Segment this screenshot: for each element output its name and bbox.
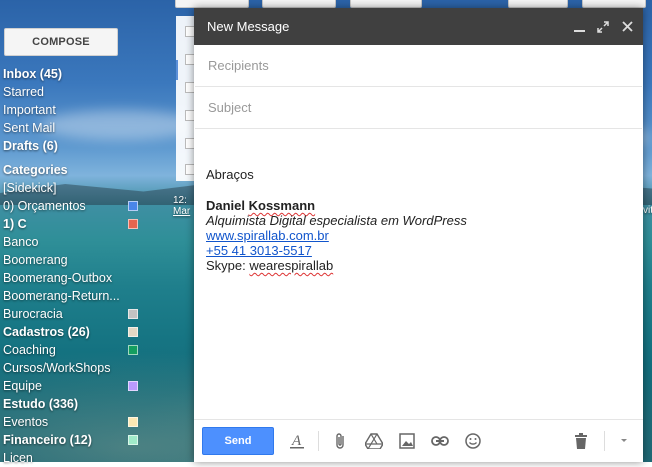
sidebar-item[interactable]: Important [3,101,193,119]
label-color-swatch[interactable] [128,201,138,211]
compose-header[interactable]: New Message [194,8,643,45]
sidebar-item-label: Coaching [3,343,56,357]
sidebar-item-label: Categories [3,163,68,177]
sidebar-item[interactable]: Cadastros (26) [3,323,193,341]
sidebar-item-label: Sent Mail [3,121,56,135]
compose-toolbar: Send A [194,419,643,462]
subject-field[interactable] [195,87,642,129]
label-color-swatch[interactable] [128,219,138,229]
sidebar-item-label: Inbox (45) [3,67,63,81]
discard-trash-icon[interactable] [570,430,592,452]
sidebar-item-label: Important [3,103,56,117]
sidebar-item[interactable]: Banco [3,233,193,251]
sidebar-item[interactable]: 1) C [3,215,193,233]
sidebar-item[interactable]: Inbox (45) [3,65,193,83]
sidebar-item[interactable]: Sent Mail [3,119,193,137]
label-color-swatch[interactable] [128,345,138,355]
top-toolbar-button-4[interactable] [508,0,568,8]
expand-icon[interactable] [597,20,609,34]
svg-text:A: A [291,433,302,449]
sidebar-item-label: Banco [3,235,39,249]
sidebar-item[interactable]: Financeiro (12) [3,431,193,449]
sidebar-item-label: Estudo (336) [3,397,79,411]
top-toolbar-button-1[interactable] [175,0,249,8]
sidebar-item-label: Burocracia [3,307,63,321]
sidebar-item-label: Equipe [3,379,42,393]
formatting-icon[interactable]: A [286,430,308,452]
attach-icon[interactable] [330,430,352,452]
message-body[interactable]: Abraços Daniel Kossmann Alquimista Digit… [194,129,643,273]
sidebar-item-label: [Sidekick] [3,181,57,195]
top-toolbar-button-5[interactable] [582,0,646,8]
sidebar-item-label: Cadastros (26) [3,325,90,339]
compose-title: New Message [207,19,290,34]
sidebar-item[interactable]: Burocracia [3,305,193,323]
signature-website-link[interactable]: www.spirallab.com.br [206,228,329,243]
sidebar-item-label: Financeiro (12) [3,433,92,447]
sidebar-item[interactable]: Boomerang-Return... [3,287,193,305]
compose-window: New Message Abraços Daniel Kossmann Alqu… [194,8,643,462]
signature-phone-link[interactable]: +55 41 3013-5517 [206,243,312,258]
drive-icon[interactable] [363,430,385,452]
recipients-field[interactable] [195,45,642,87]
sidebar-item[interactable]: Drafts (6) [3,137,193,155]
close-icon[interactable] [621,20,633,34]
partial-message-text: vit [643,205,652,216]
subject-input[interactable] [206,99,625,116]
minimize-icon[interactable] [573,20,585,34]
recipients-input[interactable] [206,57,625,74]
sidebar-nav: Inbox (45) Starred Important Sent Mail Draft… [3,65,193,467]
top-toolbar-button-3[interactable] [350,0,422,8]
sidebar-item-label: 0) Orçamentos [3,199,86,213]
more-options-chevron-icon[interactable] [613,430,635,452]
top-toolbar-button-2[interactable] [262,0,336,8]
sidebar-item[interactable]: Coaching [3,341,193,359]
sidebar-item[interactable]: Estudo (336) [3,395,193,413]
label-color-swatch[interactable] [128,381,138,391]
signature-skype: Skype: wearespirallab [206,258,334,273]
sidebar-item[interactable]: Categories [3,161,193,179]
sidebar-item[interactable]: Licen [3,449,193,467]
sidebar-item-label: Drafts (6) [3,139,58,153]
toolbar-divider [318,431,319,451]
insert-link-icon[interactable] [429,430,451,452]
sidebar-item-label: Licen [3,451,33,465]
sidebar-item[interactable]: Cursos/WorkShops [3,359,193,377]
sidebar-item[interactable]: Starred [3,83,193,101]
signature-name: Daniel Kossmann [206,198,316,213]
compose-button[interactable]: COMPOSE [4,28,118,56]
emoji-icon[interactable] [462,430,484,452]
insert-photo-icon[interactable] [396,430,418,452]
sidebar-item[interactable]: Eventos [3,413,193,431]
sidebar-item[interactable]: 0) Orçamentos [3,197,193,215]
label-color-swatch[interactable] [128,309,138,319]
sidebar-item[interactable]: Boomerang-Outbox [3,269,193,287]
sidebar-item[interactable]: Equipe [3,377,193,395]
sidebar-item-label: Eventos [3,415,49,429]
signature-title: Alquimista Digital especialista em WordP… [206,213,467,228]
sidebar-item[interactable]: [Sidekick] [3,179,193,197]
label-color-swatch[interactable] [128,435,138,445]
sidebar-item-label: Boomerang [3,253,68,267]
label-color-swatch[interactable] [128,327,138,337]
sidebar-item-label: Cursos/WorkShops [3,361,111,375]
greeting-text: Abraços [206,167,254,182]
send-button[interactable]: Send [202,427,274,455]
toolbar-divider [604,431,605,451]
sidebar-item-label: Starred [3,85,44,99]
sidebar-item[interactable]: Boomerang [3,251,193,269]
sidebar-item-label: 1) C [3,217,27,231]
sidebar-item-label: Boomerang-Return... [3,289,120,303]
label-color-swatch[interactable] [128,417,138,427]
sidebar-item-label: Boomerang-Outbox [3,271,113,285]
